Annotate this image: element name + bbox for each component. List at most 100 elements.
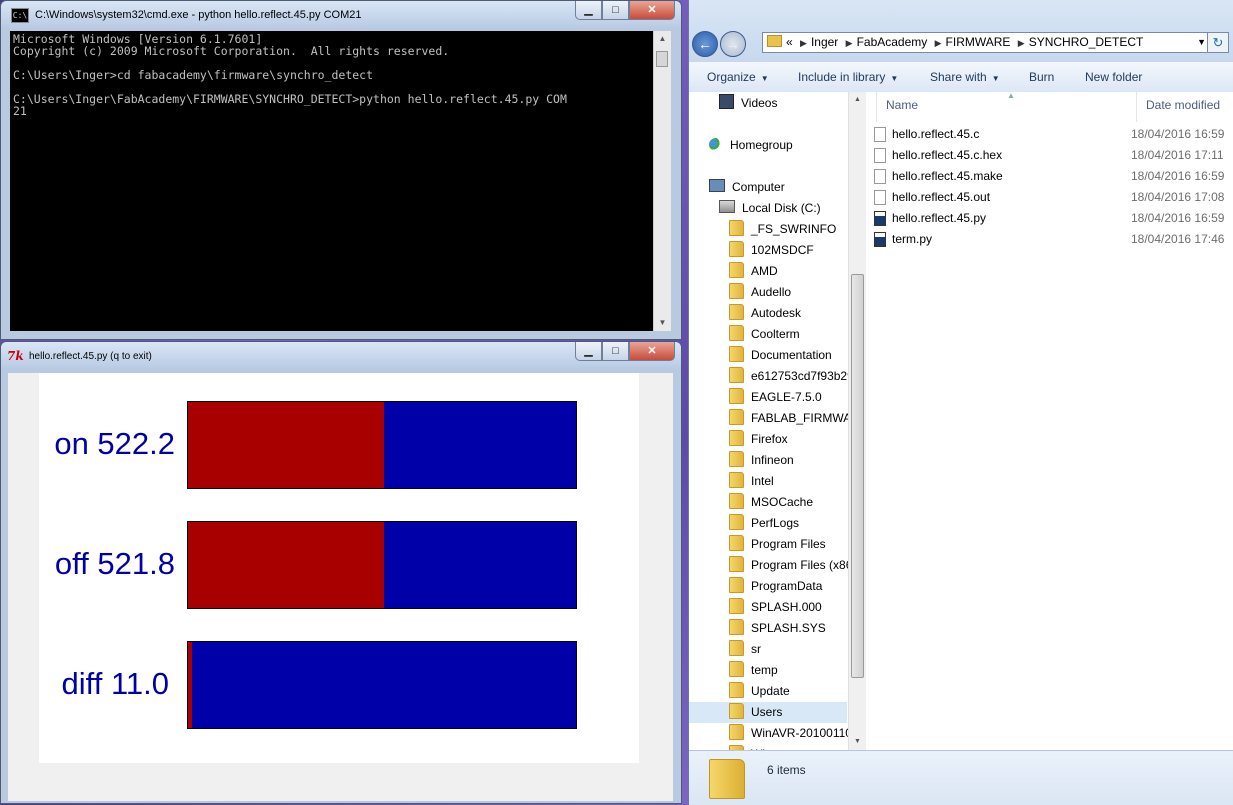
breadcrumb-inger[interactable]: Inger bbox=[811, 35, 838, 49]
nav-folder-item[interactable]: Documentation bbox=[689, 345, 847, 366]
tk-close-button[interactable]: ✕ bbox=[629, 342, 675, 361]
file-name: hello.reflect.45.make bbox=[892, 169, 1003, 183]
tk-minimize-button[interactable]: ▁ bbox=[575, 342, 602, 361]
back-arrow-icon[interactable]: ← bbox=[692, 31, 718, 57]
breadcrumb-fabacademy[interactable]: FabAcademy bbox=[857, 35, 928, 49]
file-row[interactable]: hello.reflect.45.c.hex 18/04/2016 17:11 bbox=[874, 145, 1224, 166]
file-row[interactable]: hello.reflect.45.out 18/04/2016 17:08 bbox=[874, 187, 1224, 208]
console-line: C:\Users\Inger\FabAcademy\FIRMWARE\SYNCH… bbox=[13, 92, 567, 106]
scroll-down-arrow-icon[interactable]: ▼ bbox=[849, 734, 866, 750]
nav-folder-item[interactable]: sr bbox=[689, 639, 847, 660]
file-row[interactable]: hello.reflect.45.c 18/04/2016 16:59 bbox=[874, 124, 1224, 145]
nav-folder-item[interactable]: AMD bbox=[689, 261, 847, 282]
nav-folder-item[interactable]: Intel bbox=[689, 471, 847, 492]
address-dropdown-icon[interactable]: ▼ bbox=[1197, 33, 1206, 52]
console-scrollbar[interactable]: ▲ ▼ bbox=[653, 31, 671, 331]
nav-folder-label: SPLASH.SYS bbox=[751, 621, 826, 635]
address-bar[interactable]: « ▶ Inger ▶ FabAcademy ▶ FIRMWARE ▶ SYNCHRO_… bbox=[762, 32, 1210, 53]
tk-titlebar[interactable]: 7k hello.reflect.45.py (q to exit) ▁ □ ✕ bbox=[1, 342, 681, 370]
nav-folder-item[interactable]: e612753cd7f93b29 bbox=[689, 366, 849, 387]
nav-folder-label: FABLAB_FIRMWAR bbox=[751, 411, 849, 425]
file-date: 18/04/2016 16:59 bbox=[1131, 127, 1225, 141]
nav-folder-label: Firefox bbox=[751, 432, 788, 446]
nav-folder-item[interactable]: Program Files (x86 bbox=[689, 555, 849, 576]
scroll-up-arrow-icon[interactable]: ▲ bbox=[849, 92, 866, 108]
console-scroll-thumb[interactable] bbox=[656, 51, 668, 67]
scroll-up-arrow-icon[interactable]: ▲ bbox=[654, 31, 671, 47]
nav-folder-item[interactable]: ProgramData bbox=[689, 576, 847, 597]
column-header-date-modified[interactable]: Date modified bbox=[1146, 98, 1220, 112]
nav-item-computer[interactable]: Computer bbox=[709, 177, 785, 198]
burn-button[interactable]: Burn bbox=[1029, 70, 1054, 84]
tk-window[interactable]: 7k hello.reflect.45.py (q to exit) ▁ □ ✕… bbox=[0, 341, 682, 804]
nav-folder-item[interactable]: Infineon bbox=[689, 450, 847, 471]
new-folder-button[interactable]: New folder bbox=[1085, 70, 1142, 84]
nav-folder-item[interactable]: temp bbox=[689, 660, 847, 681]
nav-folder-label: _FS_SWRINFO bbox=[751, 222, 837, 236]
nav-scrollbar[interactable]: ▲ ▼ bbox=[848, 92, 866, 750]
doc-icon bbox=[874, 169, 886, 184]
console-output[interactable]: Microsoft Windows [Version 6.1.7601] Copy… bbox=[10, 31, 653, 331]
nav-item-videos[interactable]: Videos bbox=[719, 93, 777, 114]
refresh-icon[interactable]: ↻ bbox=[1207, 32, 1229, 53]
include-in-library-button[interactable]: Include in library ▼ bbox=[798, 70, 898, 84]
chevron-down-icon: ▼ bbox=[991, 74, 1000, 83]
breadcrumb-synchro-detect[interactable]: SYNCHRO_DETECT bbox=[1029, 35, 1144, 49]
tk-canvas: on 522.2 off 521.8 diff 11.0 bbox=[39, 373, 639, 763]
file-name: hello.reflect.45.out bbox=[892, 190, 991, 204]
disk-icon bbox=[719, 200, 735, 213]
folder-icon bbox=[729, 703, 744, 719]
console-line: 21 bbox=[13, 104, 27, 118]
cmd-window[interactable]: C:\ C:\Windows\system32\cmd.exe - python… bbox=[0, 0, 682, 340]
nav-folder-item[interactable]: PerfLogs bbox=[689, 513, 847, 534]
diff-bar bbox=[187, 641, 577, 729]
nav-folder-label: e612753cd7f93b29 bbox=[751, 369, 849, 383]
nav-folder-item[interactable]: EAGLE-7.5.0 bbox=[689, 387, 847, 408]
nav-folder-item[interactable]: Firefox bbox=[689, 429, 847, 450]
folder-icon bbox=[729, 514, 744, 530]
file-name: hello.reflect.45.c.hex bbox=[892, 148, 1003, 162]
nav-folder-label: Update bbox=[751, 684, 790, 698]
nav-folder-item[interactable]: Update bbox=[689, 681, 847, 702]
nav-folder-item[interactable]: SPLASH.SYS bbox=[689, 618, 847, 639]
breadcrumb-overflow[interactable]: « bbox=[786, 35, 793, 49]
file-row[interactable]: term.py 18/04/2016 17:46 bbox=[874, 229, 1224, 250]
file-row[interactable]: hello.reflect.45.py 18/04/2016 16:59 bbox=[874, 208, 1224, 229]
nav-folder-label: sr bbox=[751, 642, 761, 656]
nav-folder-item[interactable]: SPLASH.000 bbox=[689, 597, 847, 618]
nav-folder-item[interactable]: Autodesk bbox=[689, 303, 847, 324]
item-count: 6 items bbox=[767, 763, 806, 777]
nav-item-local-disk[interactable]: Local Disk (C:) bbox=[719, 198, 821, 219]
nav-scroll-thumb[interactable] bbox=[851, 274, 864, 678]
scroll-down-arrow-icon[interactable]: ▼ bbox=[654, 315, 671, 331]
on-label: on 522.2 bbox=[54, 426, 175, 461]
file-date: 18/04/2016 17:08 bbox=[1131, 190, 1225, 204]
nav-folder-item[interactable]: Users bbox=[689, 702, 847, 723]
cmd-maximize-button[interactable]: □ bbox=[602, 1, 629, 20]
cmd-titlebar[interactable]: C:\ C:\Windows\system32\cmd.exe - python… bbox=[1, 1, 681, 29]
nav-item-homegroup[interactable]: Homegroup bbox=[709, 135, 793, 156]
forward-arrow-icon[interactable]: → bbox=[720, 31, 746, 57]
folder-icon bbox=[729, 640, 744, 656]
folder-icon bbox=[729, 304, 744, 320]
nav-folder-item[interactable]: WinAVR-20100110 bbox=[689, 723, 849, 744]
organize-button[interactable]: Organize ▼ bbox=[707, 70, 769, 84]
nav-folder-item[interactable]: 102MSDCF bbox=[689, 240, 847, 261]
breadcrumb-firmware[interactable]: FIRMWARE bbox=[946, 35, 1011, 49]
nav-folder-item[interactable]: Program Files bbox=[689, 534, 847, 555]
tk-maximize-button[interactable]: □ bbox=[602, 342, 629, 361]
nav-folder-item[interactable]: FABLAB_FIRMWAR bbox=[689, 408, 849, 429]
nav-folder-label: ProgramData bbox=[751, 579, 823, 593]
file-row[interactable]: hello.reflect.45.make 18/04/2016 16:59 bbox=[874, 166, 1224, 187]
nav-folder-item[interactable]: Coolterm bbox=[689, 324, 847, 345]
nav-folder-item[interactable]: MSOCache bbox=[689, 492, 847, 513]
nav-folder-item[interactable]: _FS_SWRINFO bbox=[689, 219, 847, 240]
nav-folder-item[interactable]: Audello bbox=[689, 282, 847, 303]
column-header-name[interactable]: Name bbox=[886, 98, 918, 112]
nav-folder-label: EAGLE-7.5.0 bbox=[751, 390, 822, 404]
cmd-title: C:\Windows\system32\cmd.exe - python hel… bbox=[35, 9, 362, 21]
share-with-button[interactable]: Share with ▼ bbox=[930, 70, 1000, 84]
cmd-minimize-button[interactable]: ▁ bbox=[575, 1, 602, 20]
cmd-close-button[interactable]: ✕ bbox=[629, 1, 675, 20]
explorer-window[interactable]: ← → « ▶ Inger ▶ FabAcademy ▶ FIRMWARE ▶ SYNC… bbox=[688, 0, 1233, 805]
